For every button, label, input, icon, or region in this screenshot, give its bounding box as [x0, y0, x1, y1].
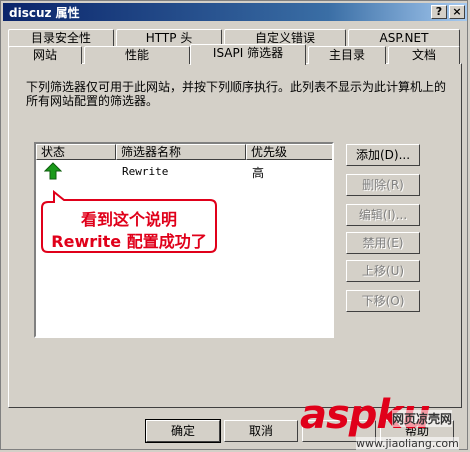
callout-line-2: Rewrite 配置成功了 — [51, 232, 207, 251]
disable-button[interactable]: 禁用(E) — [346, 232, 420, 254]
tab-documents[interactable]: 文档 — [388, 46, 460, 64]
green-up-arrow-icon — [44, 162, 62, 180]
tab-home-directory[interactable]: 主目录 — [308, 46, 386, 64]
column-filter-name[interactable]: 筛选器名称 — [116, 144, 246, 160]
column-status[interactable]: 状态 — [36, 144, 116, 160]
priority-cell: 高 — [252, 166, 265, 180]
callout-line-1: 看到这个说明 — [80, 210, 177, 229]
close-title-button[interactable]: × — [449, 5, 465, 19]
tab-directory-security[interactable]: 目录安全性 — [8, 29, 114, 47]
move-up-button[interactable]: 上移(U) — [346, 260, 420, 282]
edit-button[interactable]: 编辑(I)... — [346, 204, 420, 226]
window-title: discuz 属性 — [9, 6, 80, 20]
title-bar: discuz 属性 ? × — [3, 3, 467, 21]
remove-button[interactable]: 删除(R) — [346, 174, 420, 196]
filters-description: 下列筛选器仅可用于此网站，并按下列顺序执行。此列表不显示为此计算机上的所有网站配… — [26, 80, 447, 108]
add-button[interactable]: 添加(D)... — [346, 144, 420, 166]
help-title-button[interactable]: ? — [431, 5, 447, 19]
annotation-callout: 看到这个说明 Rewrite 配置成功了 — [40, 190, 218, 254]
watermark-url: www.jiaoliang.com — [356, 437, 459, 450]
move-down-button[interactable]: 下移(O) — [346, 290, 420, 312]
tab-isapi-filters[interactable]: ISAPI 筛选器 — [190, 44, 306, 65]
column-priority[interactable]: 优先级 — [246, 144, 332, 160]
tab-aspnet[interactable]: ASP.NET — [348, 29, 460, 47]
tab-row-front: 网站 性能 ISAPI 筛选器 主目录 文档 — [4, 44, 466, 65]
watermark-site: 网页凉壳网 — [392, 410, 453, 427]
tab-website[interactable]: 网站 — [8, 46, 82, 64]
ok-button[interactable]: 确定 — [145, 419, 221, 443]
filter-name-cell: Rewrite — [122, 165, 169, 178]
tab-performance[interactable]: 性能 — [84, 46, 190, 64]
cancel-button[interactable]: 取消 — [224, 420, 298, 442]
